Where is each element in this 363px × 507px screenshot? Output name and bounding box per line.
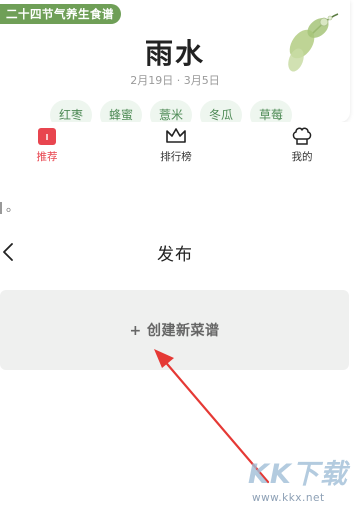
tab-label: 推荐 <box>36 151 58 163</box>
recommend-icon <box>38 128 56 145</box>
ingredient-chip[interactable]: 草莓 <box>250 100 292 122</box>
chef-hat-icon <box>292 127 312 145</box>
create-recipe-label: + 创建新菜谱 <box>129 323 220 339</box>
tab-recommend[interactable]: 推荐 <box>7 122 87 172</box>
ingredient-chip[interactable]: 蜂蜜 <box>100 100 142 122</box>
card-tag: 二十四节气养生食谱 <box>0 4 121 24</box>
solar-term-card[interactable]: 二十四节气养生食谱 雨水 2月19日 · 3月5日 红枣 蜂蜜 薏米 冬瓜 草莓 <box>0 0 350 122</box>
tab-label: 我的 <box>291 151 313 163</box>
plant-illustration-icon <box>288 13 339 72</box>
tab-mine[interactable]: 我的 <box>262 122 342 172</box>
ingredient-chip[interactable]: 冬瓜 <box>200 100 242 122</box>
watermark-logo: KK下载 <box>248 459 348 490</box>
ingredient-chips: 红枣 蜂蜜 薏米 冬瓜 草莓 <box>50 100 292 122</box>
tab-label: 排行榜 <box>160 151 192 163</box>
ingredient-chip[interactable]: 红枣 <box>50 100 92 122</box>
watermark-url: www.kkx.net <box>252 492 325 504</box>
ingredient-chip[interactable]: 薏米 <box>150 100 192 122</box>
truncated-text: 。 <box>0 196 19 215</box>
tab-ranking[interactable]: 排行榜 <box>136 122 216 172</box>
page-title: 发布 <box>157 245 193 265</box>
text-bar <box>0 201 2 214</box>
crown-icon <box>166 128 186 143</box>
bottom-tab-bar: 推荐 排行榜 我的 <box>0 122 363 172</box>
